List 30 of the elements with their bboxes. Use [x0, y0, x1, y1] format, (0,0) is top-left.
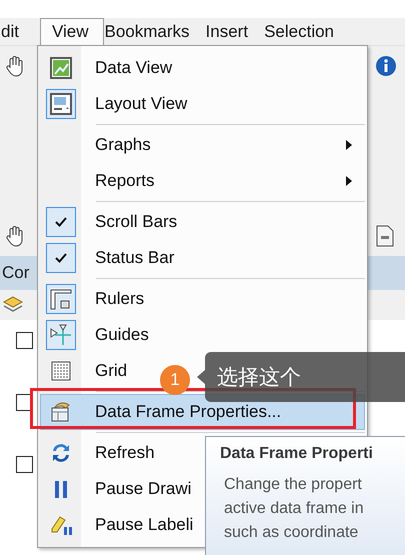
menu-bar-item[interactable]: Bookmarks	[104, 18, 205, 45]
menu-item[interactable]: Reports	[40, 163, 365, 199]
menu-item[interactable]: Graphs	[40, 127, 365, 163]
tooltip-text: such as coordinate	[223, 523, 360, 543]
rulers-icon	[49, 287, 73, 311]
menu-bar-item[interactable]: View	[40, 18, 104, 45]
checkmark-icon	[55, 253, 67, 263]
layer-checkbox[interactable]	[16, 456, 33, 473]
callout-tooltip: 选择这个	[197, 352, 405, 402]
tooltip-text: active data frame in	[223, 499, 365, 519]
page-layout-icon	[49, 92, 73, 116]
guides-icon	[49, 323, 73, 347]
menu-bar-item[interactable]: Insert	[204, 18, 264, 45]
menu-item[interactable]: Status Bar	[40, 240, 365, 276]
menu-item[interactable]: Data View	[40, 50, 365, 86]
grid-icon	[49, 359, 73, 383]
map-icon	[49, 56, 73, 80]
checkmark-icon	[55, 217, 67, 227]
menu-item[interactable]: Rulers	[40, 281, 365, 317]
menu-item[interactable]: Scroll Bars	[40, 204, 365, 240]
tooltip-text: Change the propert	[223, 475, 363, 495]
panel-title: Cor	[2, 263, 30, 283]
info-icon[interactable]	[375, 55, 397, 77]
layer-checkbox[interactable]	[16, 332, 33, 349]
page-icon[interactable]	[375, 224, 395, 248]
menu-item[interactable]: Guides	[40, 317, 365, 353]
tooltip-title: Data Frame Properti	[220, 445, 374, 463]
menu-bar-item[interactable]: dit	[0, 18, 40, 45]
menu-item[interactable]: Layout View	[40, 86, 365, 122]
menu-bar-item[interactable]: Selection	[263, 18, 350, 45]
